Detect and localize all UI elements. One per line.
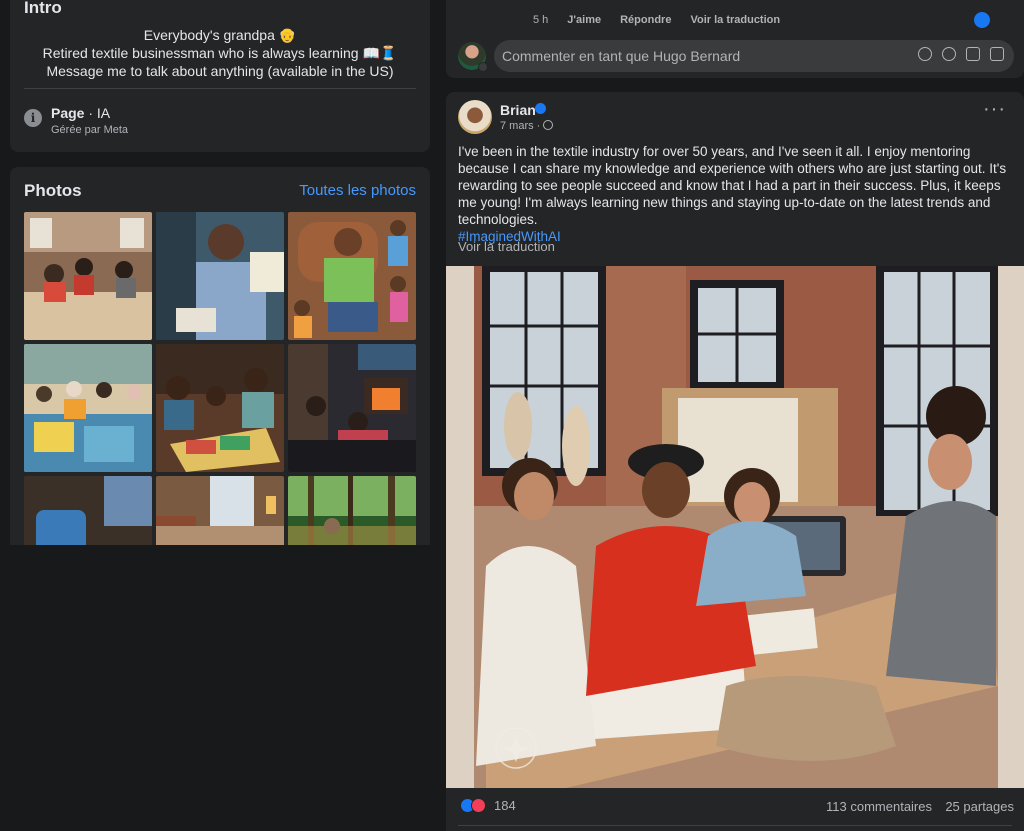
photo-thumbnail-textile-workshop[interactable] — [24, 212, 152, 340]
chevron-down-icon[interactable] — [478, 62, 488, 72]
post-body: I've been in the textile industry for ov… — [458, 144, 1007, 227]
bio-line: Retired textile businessman who is alway… — [42, 45, 398, 61]
bio-line: Everybody's grandpa 👴 — [143, 27, 297, 43]
photo-thumbnail-armchair[interactable] — [24, 476, 152, 545]
info-icon: i — [24, 109, 42, 127]
photos-card: Photos Toutes les photos — [10, 167, 430, 545]
page-category: IA — [96, 105, 111, 121]
divider — [458, 825, 1012, 826]
love-reaction-icon — [471, 798, 486, 813]
shares-count-link[interactable]: 25 partages — [945, 799, 1014, 814]
comment-like-button[interactable]: J'aime — [567, 14, 601, 26]
reaction-count: 184 — [494, 798, 516, 813]
photo-thumbnail-board-game[interactable] — [156, 344, 284, 472]
translate-link[interactable]: Voir la traduction — [458, 239, 555, 254]
post-date[interactable]: 7 mars · — [500, 120, 554, 132]
photo-thumbnail-forest[interactable] — [288, 476, 416, 545]
sticker-icon[interactable] — [990, 47, 1004, 61]
photo-thumbnail-community-quilting[interactable] — [24, 344, 152, 472]
globe-icon — [543, 120, 554, 130]
comment-area: 5 h J'aime Répondre Voir la traduction — [446, 0, 1024, 78]
post-card: Brian 7 mars · ··· I've been in the text… — [446, 92, 1024, 831]
bio-line: Message me to talk about anything (avail… — [46, 63, 394, 79]
divider — [24, 88, 416, 89]
verified-badge-icon — [535, 103, 546, 114]
avatar[interactable] — [458, 100, 492, 134]
post-author[interactable]: Brian — [500, 102, 536, 118]
photo-thumbnail-sewing-man[interactable] — [156, 212, 284, 340]
comment-time: 5 h — [533, 14, 549, 26]
comments-count-link[interactable]: 113 commentaires — [826, 799, 932, 814]
post-image[interactable] — [446, 266, 1024, 788]
intro-card: Intro Everybody's grandpa 👴 Retired text… — [10, 0, 430, 152]
comment-reply-button[interactable]: Répondre — [620, 14, 671, 26]
comment-tools — [918, 47, 1004, 61]
more-options-button[interactable]: ··· — [983, 99, 1006, 119]
photo-grid — [24, 212, 417, 545]
post-text: I've been in the textile industry for ov… — [458, 143, 1018, 245]
page-separator: · — [84, 105, 97, 121]
managed-by: Gérée par Meta — [51, 124, 129, 136]
page-label: Page — [51, 105, 85, 121]
reactions-summary[interactable]: 184 — [460, 798, 516, 813]
photo-thumbnail-fireplace[interactable] — [288, 344, 416, 472]
page-type: Page · IA — [51, 105, 110, 121]
emoji-icon[interactable] — [942, 47, 956, 61]
intro-bio: Everybody's grandpa 👴 Retired textile bu… — [10, 26, 430, 80]
comment-translate-link[interactable]: Voir la traduction — [690, 14, 780, 26]
photos-title: Photos — [24, 181, 82, 200]
photo-thumbnail-lounge[interactable] — [156, 476, 284, 545]
post-date-text: 7 mars · — [500, 120, 541, 132]
like-reaction-icon — [974, 12, 990, 28]
avatar-sticker-icon[interactable] — [918, 47, 932, 61]
comment-meta: 5 h J'aime Répondre Voir la traduction — [533, 14, 780, 26]
see-all-photos-link[interactable]: Toutes les photos — [299, 182, 416, 199]
photo-thumbnail-grandpa-kids[interactable] — [288, 212, 416, 340]
intro-title: Intro — [24, 0, 62, 17]
gif-icon[interactable] — [966, 47, 980, 61]
